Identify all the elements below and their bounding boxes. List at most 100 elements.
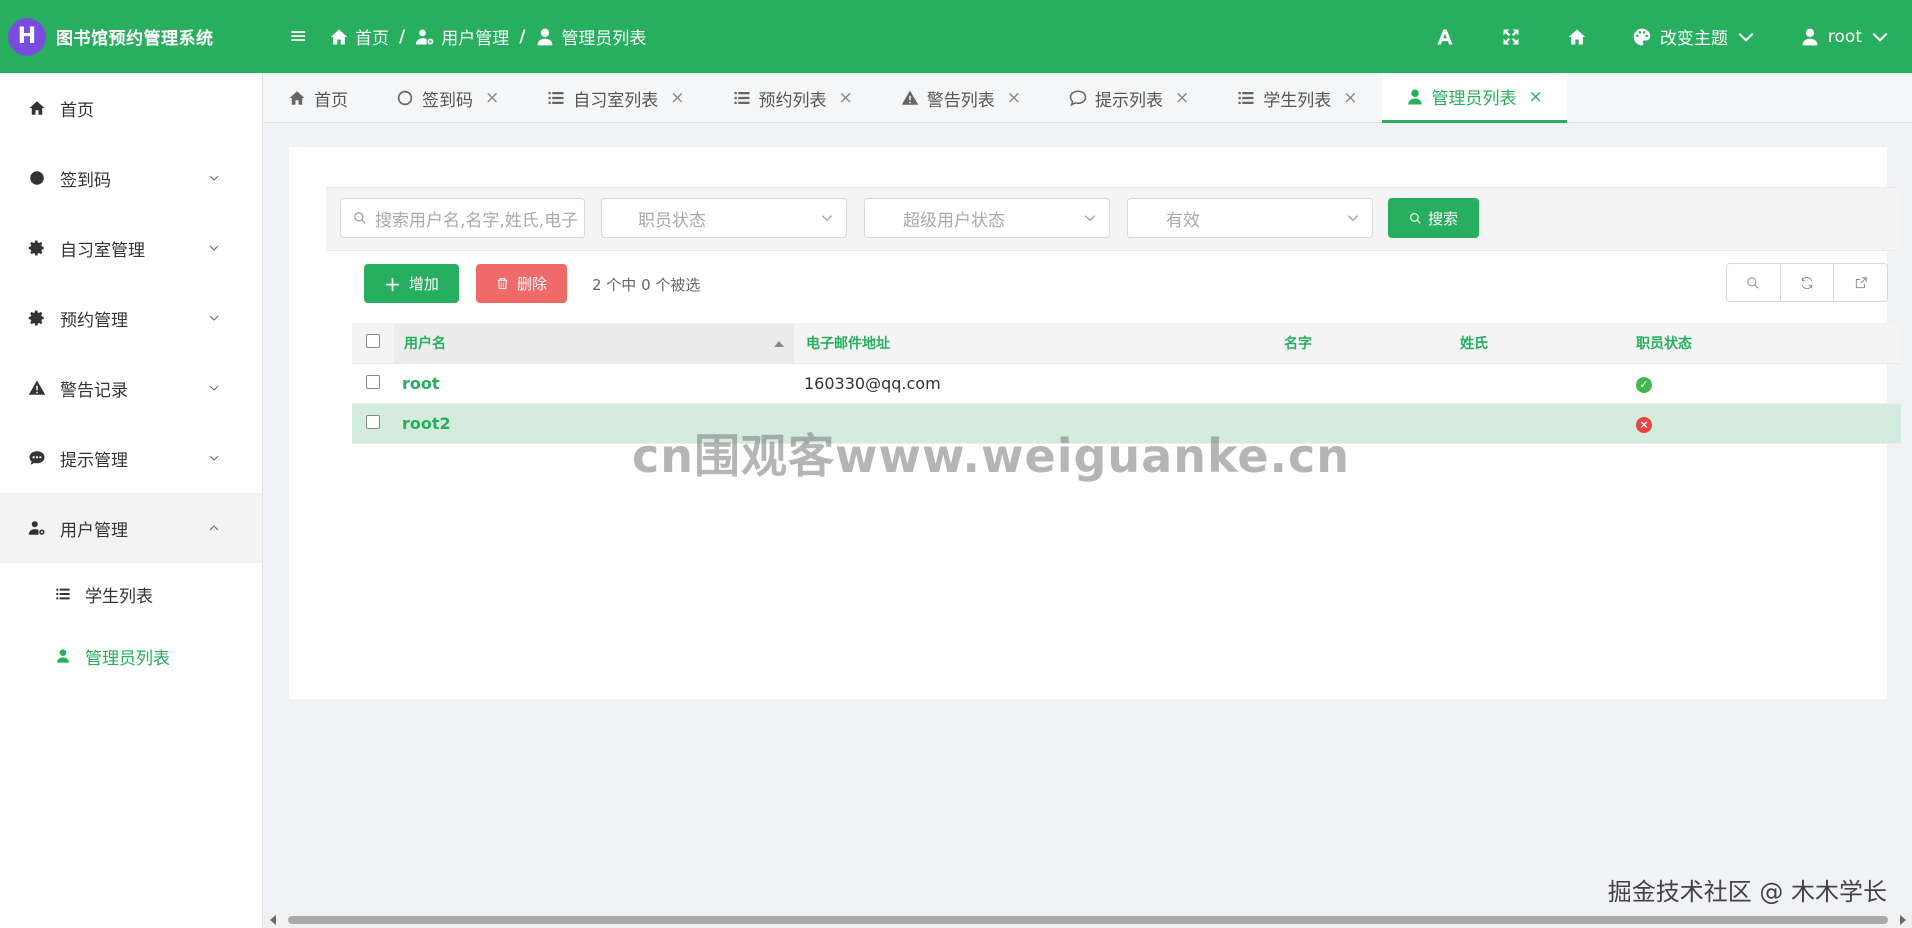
user-icon <box>537 28 553 45</box>
tab-student-list[interactable]: 学生列表 × <box>1213 73 1381 123</box>
active-value: 有效 <box>1166 210 1200 231</box>
row-select-cell <box>352 363 394 404</box>
chevron-down-icon <box>1347 215 1359 222</box>
close-icon[interactable]: × <box>1175 88 1189 108</box>
fullscreen-button[interactable] <box>1478 0 1544 73</box>
add-button-label: 增加 <box>408 275 439 293</box>
sidebar-item-study-room[interactable]: 自习室管理 <box>0 213 262 283</box>
warning-icon <box>901 90 918 105</box>
delete-button[interactable]: 删除 <box>476 264 567 303</box>
column-header-email[interactable]: 电子邮件地址 <box>794 323 1284 364</box>
close-icon[interactable]: × <box>1007 88 1021 108</box>
close-icon[interactable]: × <box>485 88 499 108</box>
table-search-button[interactable] <box>1727 264 1781 301</box>
sidebar-item-warnings[interactable]: 警告记录 <box>0 353 262 423</box>
select-all-checkbox[interactable] <box>366 333 380 348</box>
horizontal-scrollbar[interactable] <box>264 912 1912 928</box>
tab-notice-list[interactable]: 提示列表 × <box>1045 73 1213 123</box>
tab-reservation-list[interactable]: 预约列表 × <box>709 73 877 123</box>
staff-status-select[interactable]: 职员状态 <box>601 198 847 238</box>
app-title: 图书馆预约管理系统 <box>56 29 214 49</box>
sidebar-item-label: 提示管理 <box>60 450 128 471</box>
sidebar-item-home[interactable]: 首页 <box>0 73 262 143</box>
circle-outline-icon <box>397 90 413 106</box>
column-header-last-name[interactable]: 姓氏 <box>1460 323 1636 364</box>
superuser-status-select[interactable]: 超级用户状态 <box>864 198 1110 238</box>
selection-count: 2 个中 0 个被选 <box>592 276 701 294</box>
sidebar-item-checkin-code[interactable]: 签到码 <box>0 143 262 213</box>
breadcrumb-admin-list-label: 管理员列表 <box>561 29 647 49</box>
refresh-button[interactable] <box>1781 264 1835 301</box>
user-icon <box>57 649 69 663</box>
theme-menu[interactable]: 改变主题 <box>1610 0 1778 73</box>
home-icon <box>29 101 45 115</box>
search-input[interactable]: 搜索用户名,名字,姓氏,电子 <box>340 198 585 238</box>
close-icon[interactable]: × <box>670 88 684 108</box>
column-header-first-name[interactable]: 名字 <box>1284 323 1460 364</box>
staff-status-value: 职员状态 <box>638 210 706 231</box>
home-icon <box>289 91 305 105</box>
brand[interactable]: H 图书馆预约管理系统 <box>0 0 263 73</box>
breadcrumb-admin-list[interactable]: 管理员列表 <box>535 24 646 49</box>
breadcrumb-home[interactable]: 首页 <box>329 24 389 49</box>
column-header-username[interactable]: 用户名 <box>394 323 794 364</box>
user-cog-icon <box>416 29 434 44</box>
chevron-down-icon <box>209 455 219 461</box>
close-icon[interactable]: × <box>839 88 853 108</box>
username-link[interactable]: root2 <box>402 414 451 433</box>
chevron-down-icon <box>209 245 219 251</box>
sidebar-item-label: 自习室管理 <box>60 240 145 261</box>
select-all-cell <box>352 323 394 364</box>
scrollbar-thumb[interactable] <box>288 916 1888 924</box>
delete-button-label: 删除 <box>516 275 547 293</box>
sidebar-item-admin-list[interactable]: 管理员列表 <box>0 625 262 687</box>
top-header: H 图书馆预约管理系统 ≡ 首页 / 用户管理 / 管理员列表 改变主题 roo… <box>0 0 1912 73</box>
close-icon[interactable]: × <box>1343 88 1357 108</box>
scroll-right-icon[interactable] <box>1900 915 1906 925</box>
sidebar-item-reservation[interactable]: 预约管理 <box>0 283 262 353</box>
close-icon[interactable]: × <box>1529 87 1543 107</box>
home-button[interactable] <box>1544 0 1610 73</box>
home-icon <box>1568 29 1586 44</box>
menu-toggle-icon[interactable]: ≡ <box>289 24 313 49</box>
user-icon <box>1802 28 1818 45</box>
user-menu-label: root <box>1827 26 1862 47</box>
chevron-down-icon <box>209 385 219 391</box>
username-cell: root <box>394 363 794 404</box>
table-row: root 160330@qq.com ✓ <box>352 363 1901 404</box>
watermark: cn围观客www.weiguanke.cn <box>632 429 1351 483</box>
warning-icon <box>28 380 46 395</box>
breadcrumb-user-management[interactable]: 用户管理 <box>415 24 509 49</box>
column-header-staff-status[interactable]: 职员状态 <box>1636 323 1901 364</box>
username-link[interactable]: root <box>402 374 440 393</box>
tab-label: 学生列表 <box>1263 90 1332 111</box>
export-button[interactable] <box>1834 264 1887 301</box>
sort-asc-icon[interactable] <box>774 341 784 347</box>
breadcrumb-home-label: 首页 <box>355 29 389 49</box>
sidebar-item-label: 签到码 <box>60 170 111 191</box>
sidebar-item-user-management[interactable]: 用户管理 <box>0 493 262 563</box>
tab-home[interactable]: 首页 <box>264 73 372 123</box>
tab-admin-list[interactable]: 管理员列表 × <box>1381 73 1567 123</box>
tab-label: 管理员列表 <box>1431 89 1517 109</box>
plus-icon: + <box>384 271 401 296</box>
search-icon <box>1410 212 1421 224</box>
sidebar-item-student-list[interactable]: 学生列表 <box>0 563 262 625</box>
staff-status-cell: ✓ <box>1636 363 1901 404</box>
active-select[interactable]: 有效 <box>1127 198 1373 238</box>
tab-label: 首页 <box>314 90 348 111</box>
tab-study-room-list[interactable]: 自习室列表 × <box>523 73 708 123</box>
filter-bar: 搜索用户名,名字,姓氏,电子 职员状态 超级用户状态 有效 搜索 <box>326 187 1898 251</box>
tab-warning-list[interactable]: 警告列表 × <box>877 73 1045 123</box>
font-size-button[interactable] <box>1412 0 1478 73</box>
row-checkbox[interactable] <box>366 374 380 389</box>
tab-checkin-code[interactable]: 签到码 × <box>372 73 523 123</box>
row-checkbox[interactable] <box>366 414 380 429</box>
search-button[interactable]: 搜索 <box>1388 198 1479 238</box>
theme-menu-label: 改变主题 <box>1659 29 1728 49</box>
tab-label: 预约列表 <box>758 90 827 111</box>
sidebar-item-notices[interactable]: 提示管理 <box>0 423 262 493</box>
add-button[interactable]: + 增加 <box>364 264 459 303</box>
scroll-left-icon[interactable] <box>270 915 276 925</box>
user-menu[interactable]: root <box>1778 0 1912 73</box>
